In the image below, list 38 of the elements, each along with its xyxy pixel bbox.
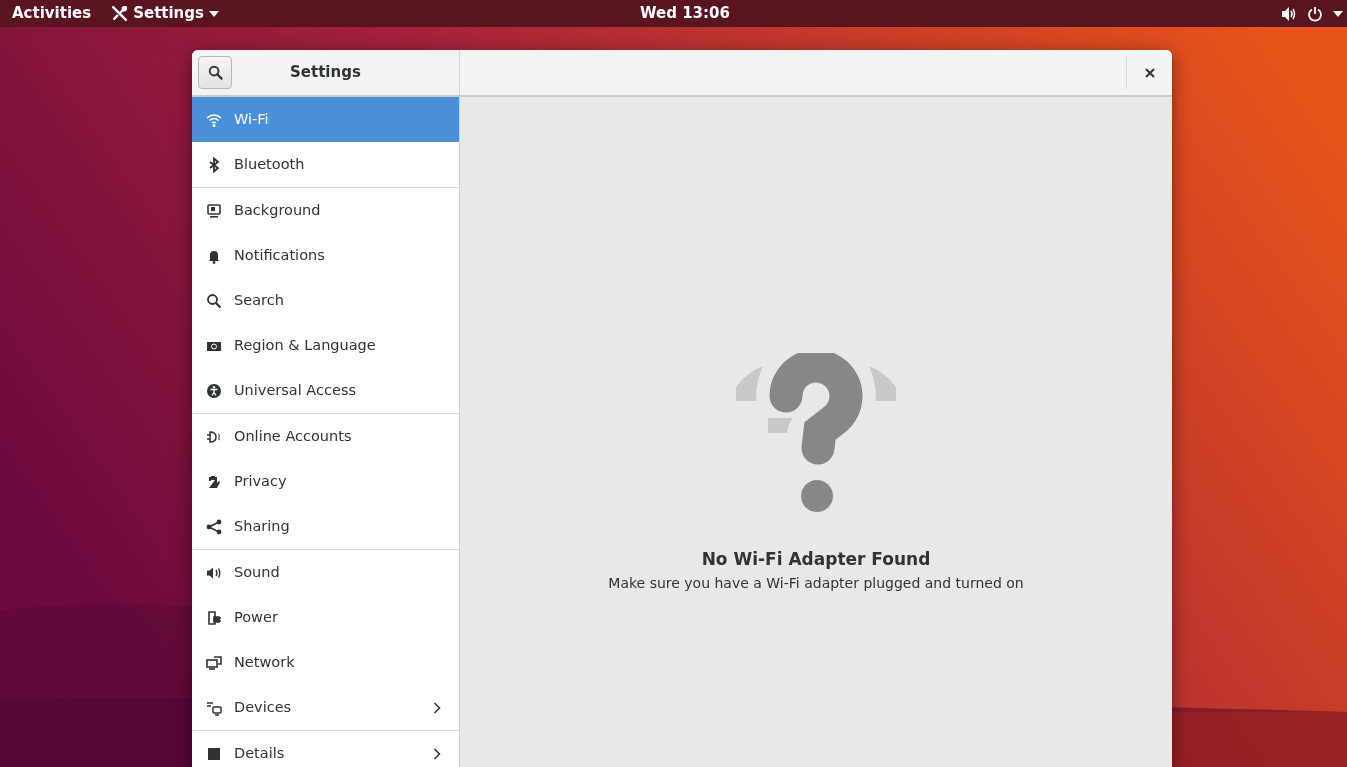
clock[interactable]: Wed 13:06 [640,2,730,25]
sidebar-item[interactable]: Online Accounts [192,414,459,459]
sidebar-item[interactable]: Privacy [192,459,459,504]
computers-icon [206,654,222,671]
sidebar-item[interactable]: Power [192,595,459,640]
app-menu[interactable]: Settings [111,2,219,25]
sidebar-item[interactable]: Sharing [192,504,459,549]
share-icon [206,518,222,535]
sidebar-item[interactable]: Bluetooth [192,142,459,187]
volume-icon[interactable] [1281,5,1297,22]
caret-icon[interactable] [1333,10,1343,17]
search-icon [206,292,222,309]
empty-state-message: Make sure you have a Wi-Fi adapter plugged and turned on [608,573,1024,593]
caret-icon [208,10,219,17]
wifi-icon [206,111,222,128]
activities-button[interactable]: Activities [12,2,92,25]
battery-plug-icon [206,609,222,626]
tools-icon [111,5,129,22]
devices-icon [206,699,222,716]
question-mark-icon [736,353,896,513]
sidebar-item[interactable]: Universal Access [192,368,459,413]
empty-state-heading: No Wi-Fi Adapter Found [701,548,931,571]
monitor-icon [206,202,222,219]
plug-icon [206,428,222,445]
close-icon [1144,67,1155,78]
sidebar-item[interactable]: Notifications [192,233,459,278]
sidebar-item[interactable]: Background [192,188,459,233]
sidebar-item[interactable]: Region & Language [192,323,459,368]
sidebar-item[interactable]: Sound [192,550,459,595]
power-icon[interactable] [1307,5,1323,22]
sidebar-item[interactable]: Details [192,731,459,767]
sidebar-item[interactable]: Network [192,640,459,685]
accessibility-icon [206,382,222,399]
sidebar-item[interactable]: Search [192,278,459,323]
search-button[interactable] [198,56,232,89]
window-title: Settings [290,62,361,84]
search-icon [207,65,223,80]
sidebar-item[interactable]: Devices [192,685,459,730]
